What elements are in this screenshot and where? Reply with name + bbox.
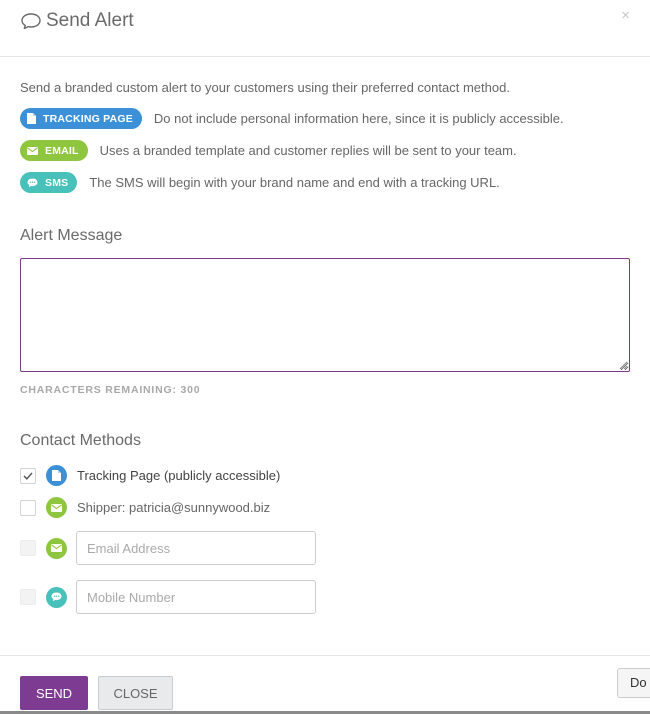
tracking-page-badge: TRACKING PAGE (20, 108, 142, 129)
modal-header: Send Alert × (0, 0, 650, 57)
characters-remaining: CHARACTERS REMAINING: 300 (20, 384, 201, 396)
partial-button[interactable]: Do (617, 668, 650, 698)
legend-tracking-page: TRACKING PAGE Do not include personal in… (20, 108, 564, 129)
shipper-label: Shipper: patricia@sunnywood.biz (77, 500, 271, 515)
envelope-icon (46, 497, 67, 518)
email-badge-label: EMAIL (45, 144, 79, 157)
email-address-input[interactable] (76, 531, 316, 565)
document-icon (27, 113, 36, 124)
contact-method-email (20, 531, 316, 565)
sms-badge: SMS (20, 172, 78, 193)
tracking-page-badge-label: TRACKING PAGE (43, 112, 133, 125)
sms-badge-label: SMS (45, 176, 69, 189)
modal-title: Send Alert (46, 10, 134, 31)
alert-message-title: Alert Message (20, 227, 123, 244)
send-button[interactable]: SEND (20, 676, 88, 710)
tracking-page-label: Tracking Page (publicly accessible) (77, 468, 281, 483)
mobile-checkbox[interactable] (20, 589, 36, 605)
email-badge: EMAIL (20, 140, 88, 161)
modal-footer: SEND CLOSE Do (0, 655, 650, 714)
document-icon (46, 465, 67, 486)
legend-email: EMAIL Uses a branded template and custom… (20, 140, 517, 161)
chat-icon (27, 178, 38, 187)
mobile-number-input[interactable] (76, 580, 316, 614)
shipper-checkbox[interactable] (20, 499, 36, 516)
contact-method-tracking-page: Tracking Page (publicly accessible) (20, 465, 280, 486)
legend-sms-text: The SMS will begin with your brand name … (89, 175, 500, 190)
tracking-page-checkbox[interactable] (20, 467, 36, 484)
envelope-icon (27, 146, 38, 155)
contact-method-mobile (20, 580, 316, 614)
resize-grip-icon[interactable] (619, 361, 628, 370)
intro-text: Send a branded custom alert to your cust… (20, 80, 510, 95)
envelope-icon (46, 537, 67, 559)
close-button[interactable]: CLOSE (98, 676, 173, 710)
close-icon[interactable]: × (621, 7, 630, 24)
checkmark-icon (23, 472, 33, 480)
email-checkbox[interactable] (20, 540, 36, 556)
legend-sms: SMS The SMS will begin with your brand n… (20, 172, 500, 193)
title-wrap: Send Alert (20, 10, 134, 32)
speech-bubble-icon (21, 13, 41, 30)
alert-message-textarea[interactable] (20, 258, 630, 372)
contact-methods-title: Contact Methods (20, 432, 141, 449)
chat-icon (46, 586, 67, 608)
legend-tracking-page-text: Do not include personal information here… (153, 111, 564, 126)
contact-method-shipper: Shipper: patricia@sunnywood.biz (20, 497, 270, 518)
legend-email-text: Uses a branded template and customer rep… (99, 143, 517, 158)
